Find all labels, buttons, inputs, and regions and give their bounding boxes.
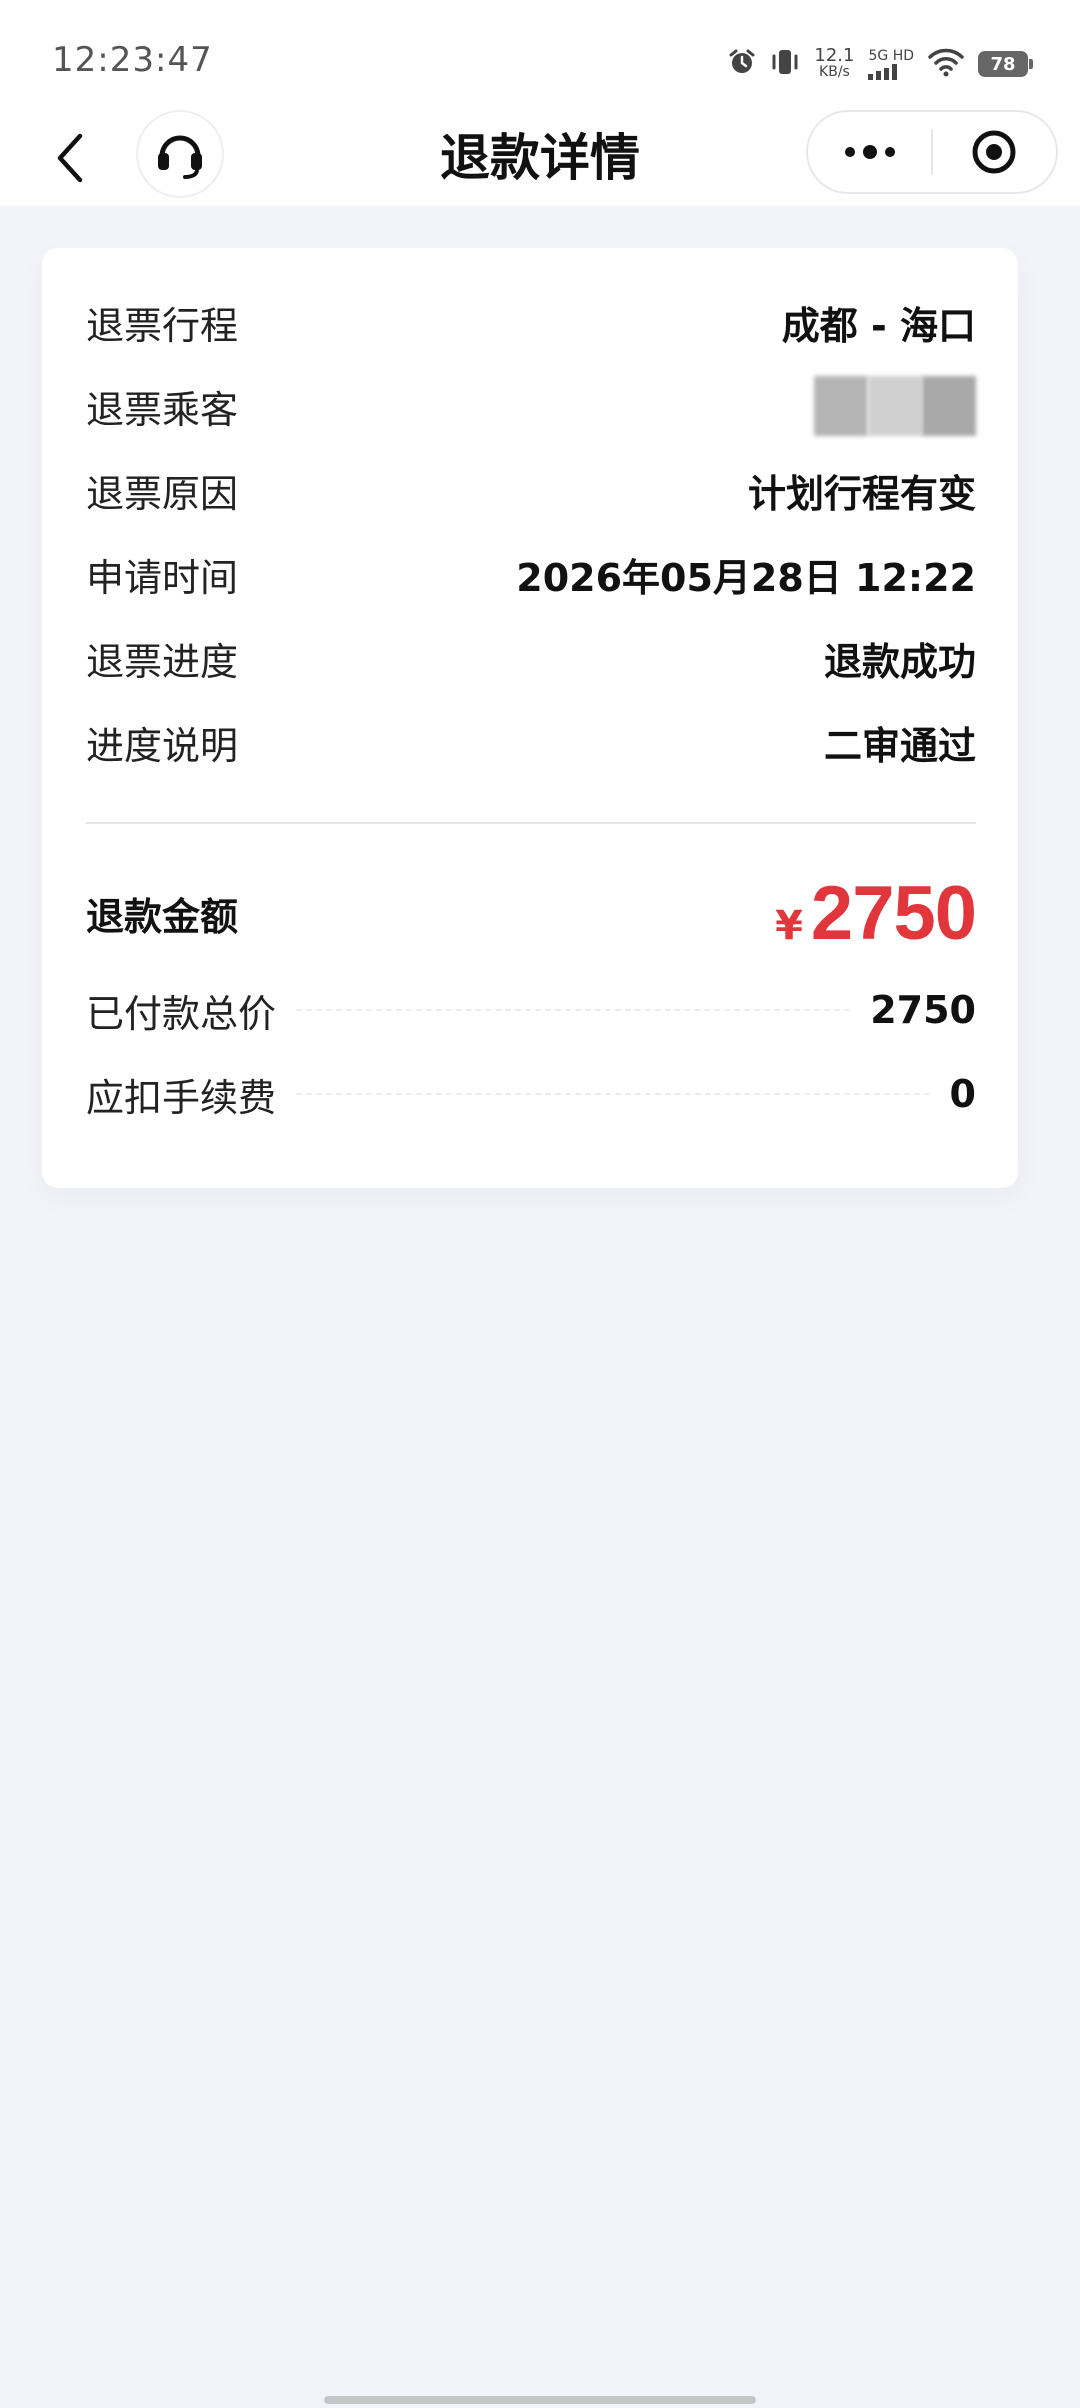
detail-row-progress: 退票进度 退款成功 (86, 628, 976, 688)
reason-value: 计划行程有变 (747, 471, 976, 516)
detail-row-passenger: 退票乘客 (86, 376, 976, 436)
mini-program-capsule (806, 110, 1058, 194)
alarm-icon (728, 48, 756, 80)
network-type: 5G HD (868, 48, 914, 64)
refund-amount-row: 退款金额 ¥ 2750 (86, 868, 977, 958)
target-close-icon (972, 130, 1016, 174)
card-divider (86, 822, 976, 824)
speed-unit: KB/s (819, 64, 850, 80)
currency-symbol: ¥ (775, 902, 803, 949)
refund-amount-label: 退款金额 (86, 894, 239, 939)
fee-row-paid-total: 已付款总价 2750 (86, 980, 976, 1040)
status-icons: 12.1 KB/s 5G HD 78 (728, 44, 1033, 84)
progress-value: 退款成功 (823, 639, 976, 684)
cellular-signal: 5G HD (868, 48, 914, 80)
network-speed: 12.1 KB/s (814, 45, 855, 81)
handling-fee-value: 0 (949, 1072, 976, 1116)
apply-time-label: 申请时间 (86, 555, 239, 600)
reason-label: 退票原因 (86, 471, 239, 516)
status-time: 12:23:47 (52, 40, 213, 80)
detail-row-apply-time: 申请时间 2026年05月28日 12:22 (86, 544, 976, 604)
close-button[interactable] (933, 112, 1056, 192)
apply-time-value: 2026年05月28日 12:22 (516, 555, 976, 600)
paid-total-value: 2750 (870, 988, 976, 1032)
dotted-leader (296, 1009, 851, 1011)
speed-value: 12.1 (814, 45, 855, 66)
status-bar: 12:23:47 12.1 KB/s 5G HD 78 (0, 0, 1080, 110)
refund-detail-card: 退票行程 成都 - 海口 退票乘客 退票原因 计划行程有变 申请时间 2026年… (42, 248, 1018, 1188)
refund-amount: 2750 (810, 870, 977, 956)
battery-icon: 78 (978, 51, 1033, 77)
passenger-name-redacted (766, 366, 976, 446)
handling-fee-label: 应扣手续费 (86, 1075, 277, 1120)
route-value: 成都 - 海口 (781, 303, 976, 348)
signal-bars-icon (868, 64, 898, 80)
more-button[interactable] (808, 112, 931, 192)
paid-total-label: 已付款总价 (86, 991, 277, 1036)
home-indicator[interactable] (324, 2396, 756, 2404)
wifi-icon (928, 47, 964, 81)
refund-amount-value: ¥ 2750 (775, 870, 977, 957)
detail-row-route: 退票行程 成都 - 海口 (86, 292, 976, 352)
more-dots-icon (844, 145, 895, 159)
dotted-leader (296, 1093, 930, 1095)
progress-note-value: 二审通过 (823, 723, 976, 768)
detail-row-reason: 退票原因 计划行程有变 (86, 460, 976, 520)
fee-row-handling-fee: 应扣手续费 0 (86, 1064, 976, 1124)
passenger-label: 退票乘客 (86, 387, 239, 432)
progress-label: 退票进度 (86, 639, 239, 684)
progress-note-label: 进度说明 (86, 723, 239, 768)
nav-bar: 退款详情 (0, 110, 1080, 206)
detail-row-progress-note: 进度说明 二审通过 (86, 712, 976, 772)
route-label: 退票行程 (86, 303, 239, 348)
vibrate-icon (770, 47, 800, 81)
